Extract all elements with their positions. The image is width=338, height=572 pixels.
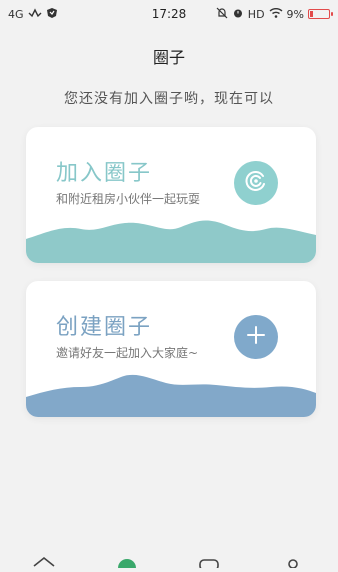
join-circle-card[interactable]: 加入圈子 和附近租房小伙伴一起玩耍 [26, 127, 316, 263]
empty-state-message: 您还没有加入圈子哟，现在可以 [64, 91, 274, 107]
status-right: HD 9% [216, 7, 333, 22]
alarm-icon [232, 7, 244, 22]
profile-icon[interactable] [288, 559, 298, 569]
join-circle-title: 加入圈子 [56, 161, 153, 186]
network-label: 4G [8, 7, 24, 21]
join-card-wave [26, 220, 316, 263]
target-icon [243, 168, 269, 198]
create-card-wave [26, 374, 316, 417]
shield-icon [46, 7, 58, 22]
create-circle-title: 创建圈子 [56, 315, 153, 340]
battery-percent: 9% [286, 7, 304, 21]
message-icon[interactable] [199, 559, 219, 571]
home-icon[interactable] [33, 556, 55, 567]
join-circle-button[interactable] [234, 161, 278, 205]
create-circle-button[interactable] [234, 315, 278, 359]
vowifi-icon [28, 7, 42, 21]
mute-bell-icon [216, 7, 228, 22]
status-bar: 4G 17:28 HD 9% [0, 0, 338, 28]
plus-icon [245, 324, 267, 350]
page-title: 圈子 [152, 48, 185, 67]
status-left: 4G [8, 7, 58, 22]
wifi-icon [269, 7, 283, 21]
create-circle-card[interactable]: 创建圈子 邀请好友一起加入大家庭~ [26, 281, 316, 417]
hd-label: HD [247, 7, 265, 21]
bottom-nav [0, 550, 338, 572]
battery-icon [308, 9, 333, 19]
circle-icon[interactable] [118, 559, 136, 572]
